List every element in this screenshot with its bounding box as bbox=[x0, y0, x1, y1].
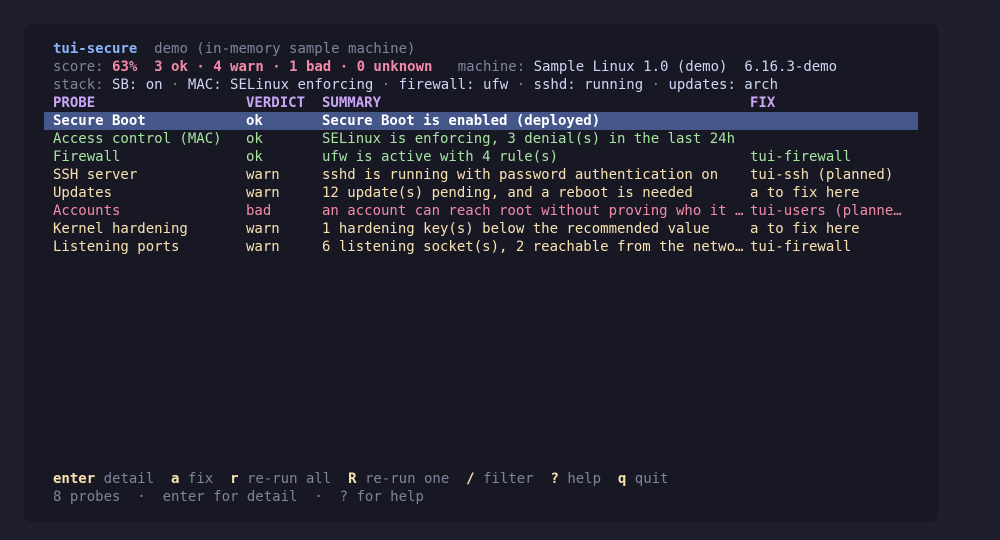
score-line: score: 63% 3 ok · 4 warn · 1 bad · 0 unk… bbox=[53, 58, 837, 76]
row-summary: sshd is running with password authentica… bbox=[322, 167, 719, 183]
key-fix[interactable]: a bbox=[171, 471, 179, 487]
table-header: PROBE VERDICT SUMMARY FIX bbox=[44, 94, 918, 112]
key-help[interactable]: ? bbox=[550, 471, 558, 487]
row-summary: ufw is active with 4 rule(s) bbox=[322, 149, 559, 165]
sep: · bbox=[516, 77, 526, 93]
row-probe: Secure Boot bbox=[53, 113, 146, 129]
col-fix: FIX bbox=[750, 95, 776, 111]
row-probe: Access control (MAC) bbox=[53, 131, 222, 147]
sep: · bbox=[314, 489, 323, 505]
sep: · bbox=[137, 489, 146, 505]
stack-mac: MAC: SELinux enforcing bbox=[187, 77, 374, 93]
sep: · bbox=[381, 77, 391, 93]
row-probe: SSH server bbox=[53, 167, 138, 183]
sep: · bbox=[339, 59, 349, 75]
app-name: tui-secure bbox=[53, 41, 138, 57]
table-row[interactable]: Accounts bad an account can reach root w… bbox=[44, 202, 918, 220]
statusbar: 8 probes · enter for detail · ? for help bbox=[53, 488, 424, 506]
row-probe: Kernel hardening bbox=[53, 221, 188, 237]
action-rerun-all: re-run all bbox=[246, 471, 332, 487]
sep: · bbox=[196, 59, 205, 75]
title-line: tui-secure demo (in-memory sample machin… bbox=[53, 40, 415, 58]
stack-updates: updates: arch bbox=[668, 77, 779, 93]
bad-count: 1 bad bbox=[289, 59, 332, 75]
row-summary: an account can reach root without provin… bbox=[322, 203, 744, 219]
row-verdict: ok bbox=[246, 113, 263, 129]
row-probe: Updates bbox=[53, 185, 113, 201]
col-summary: SUMMARY bbox=[322, 95, 382, 111]
table-row[interactable]: Updates warn 12 update(s) pending, and a… bbox=[44, 184, 918, 202]
row-probe: Listening ports bbox=[53, 239, 180, 255]
row-verdict: warn bbox=[246, 239, 280, 255]
row-fix: tui-users (planne… bbox=[750, 203, 902, 219]
row-summary: 12 update(s) pending, and a reboot is ne… bbox=[322, 185, 693, 201]
hint-help: ? for help bbox=[339, 489, 424, 505]
hint-detail: enter for detail bbox=[162, 489, 298, 505]
score-label: score: bbox=[53, 59, 104, 75]
stack-line: stack: SB: on · MAC: SELinux enforcing ·… bbox=[53, 76, 778, 94]
action-quit: quit bbox=[634, 471, 669, 487]
stack-sshd: sshd: running bbox=[533, 77, 644, 93]
row-fix: a to fix here bbox=[750, 185, 860, 201]
row-fix: tui-ssh (planned) bbox=[750, 167, 894, 183]
table-row[interactable]: Secure Boot ok Secure Boot is enabled (d… bbox=[44, 112, 918, 130]
row-probe: Accounts bbox=[53, 203, 121, 219]
key-rerun-all[interactable]: r bbox=[230, 471, 238, 487]
table-row[interactable]: Firewall ok ufw is active with 4 rule(s)… bbox=[44, 148, 918, 166]
row-verdict: warn bbox=[246, 167, 280, 183]
col-probe: PROBE bbox=[53, 95, 96, 111]
machine-label: machine: bbox=[457, 59, 526, 75]
keybar: enter detail a fix r re-run all R re-run… bbox=[53, 470, 668, 488]
action-detail: detail bbox=[103, 471, 155, 487]
row-verdict: bad bbox=[246, 203, 272, 219]
sep: · bbox=[651, 77, 660, 93]
row-summary: 6 listening socket(s), 2 reachable from … bbox=[322, 239, 744, 255]
machine-value: Sample Linux 1.0 (demo) bbox=[533, 59, 728, 75]
table-row[interactable]: SSH server warn sshd is running with pas… bbox=[44, 166, 918, 184]
terminal-window: tui-secure demo (in-memory sample machin… bbox=[24, 24, 938, 522]
score-value: 63% bbox=[112, 59, 138, 75]
sep: · bbox=[171, 77, 180, 93]
sep: · bbox=[272, 59, 281, 75]
row-verdict: warn bbox=[246, 221, 280, 237]
key-filter[interactable]: / bbox=[466, 471, 474, 487]
action-rerun-one: re-run one bbox=[364, 471, 450, 487]
ok-count: 3 ok bbox=[154, 59, 188, 75]
row-summary: SELinux is enforcing, 3 denial(s) in the… bbox=[322, 131, 736, 147]
row-verdict: ok bbox=[246, 149, 263, 165]
action-fix: fix bbox=[187, 471, 214, 487]
row-verdict: ok bbox=[246, 131, 263, 147]
row-fix: tui-firewall bbox=[750, 149, 852, 165]
unknown-count: 0 unknown bbox=[356, 59, 433, 75]
warn-count: 4 warn bbox=[213, 59, 264, 75]
app-subtitle: demo (in-memory sample machine) bbox=[154, 41, 416, 57]
key-quit[interactable]: q bbox=[618, 471, 626, 487]
row-fix: a to fix here bbox=[750, 221, 860, 237]
probe-count: 8 probes bbox=[53, 489, 121, 505]
row-summary: 1 hardening key(s) below the recommended… bbox=[322, 221, 710, 237]
action-filter: filter bbox=[483, 471, 534, 487]
row-fix: tui-firewall bbox=[750, 239, 852, 255]
row-probe: Firewall bbox=[53, 149, 121, 165]
table-row[interactable]: Access control (MAC) ok SELinux is enfor… bbox=[44, 130, 918, 148]
stack-firewall: firewall: ufw bbox=[398, 77, 509, 93]
row-summary: Secure Boot is enabled (deployed) bbox=[322, 113, 601, 129]
table-row[interactable]: Kernel hardening warn 1 hardening key(s)… bbox=[44, 220, 918, 238]
kernel-value: 6.16.3-demo bbox=[744, 59, 838, 75]
action-help: help bbox=[567, 471, 602, 487]
key-rerun-one[interactable]: R bbox=[348, 471, 356, 487]
stack-secureboot: SB: on bbox=[112, 77, 163, 93]
table-row[interactable]: Listening ports warn 6 listening socket(… bbox=[44, 238, 918, 256]
key-enter[interactable]: enter bbox=[53, 471, 95, 487]
stack-label: stack: bbox=[53, 77, 104, 93]
col-verdict: VERDICT bbox=[246, 95, 306, 111]
row-verdict: warn bbox=[246, 185, 280, 201]
